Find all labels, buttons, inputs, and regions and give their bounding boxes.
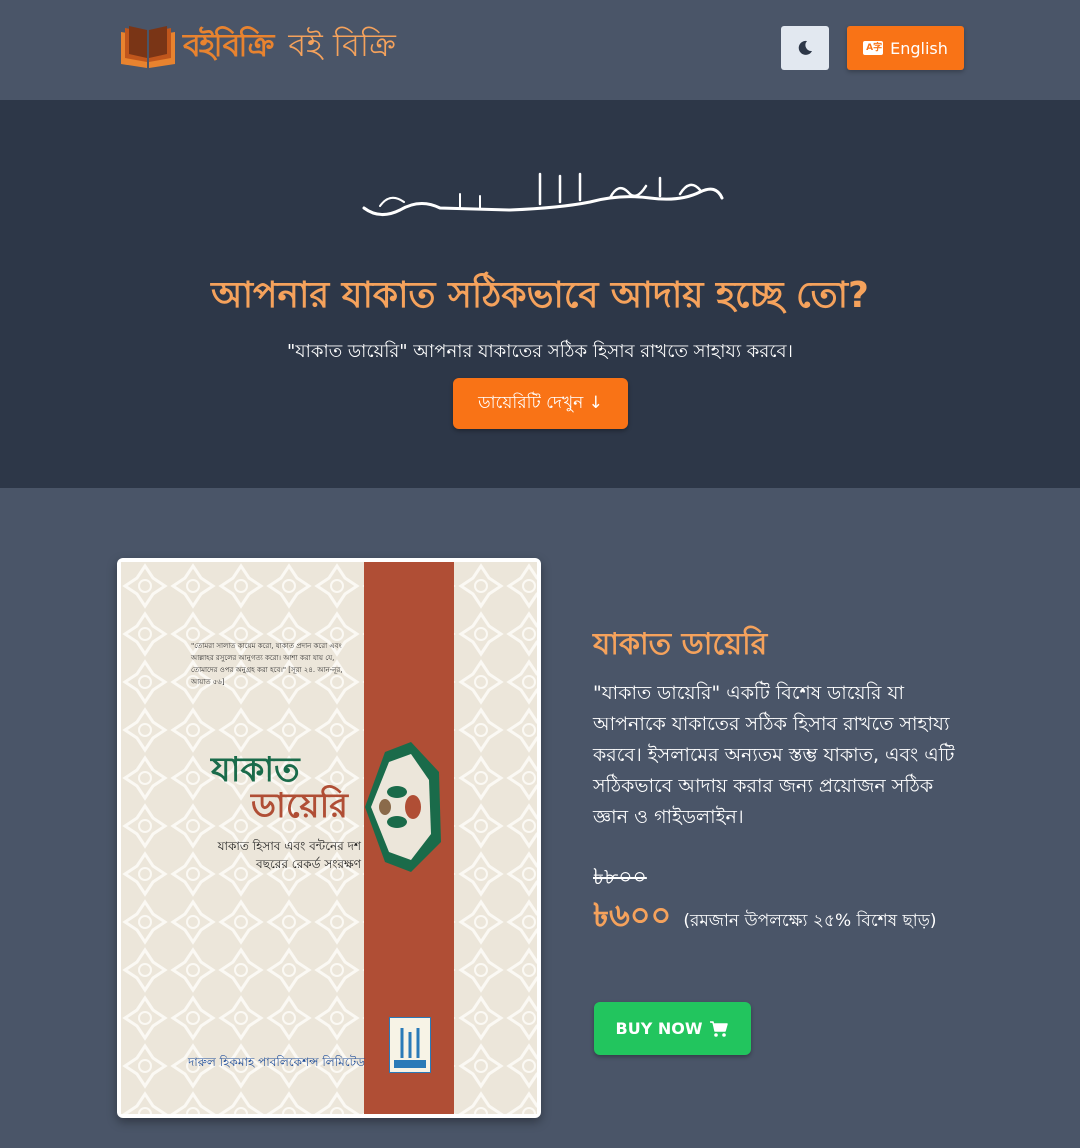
logo-script: বইবিক্রি	[183, 26, 274, 64]
cover-quote: "তোমরা সালাত কায়েম করো, যাকাত প্রদান কর…	[191, 642, 343, 686]
book-icon	[121, 26, 175, 68]
cover-art: "তোমরা সালাত কায়েম করো, যাকাত প্রদান কর…	[121, 562, 537, 1114]
hero-section: আপনার যাকাত সঠিকভাবে আদায় হচ্ছে তো? "যা…	[0, 100, 1080, 488]
product-description: "যাকাত ডায়েরি" একটি বিশেষ ডায়েরি যা আপ…	[593, 682, 955, 828]
translate-icon: A字	[863, 41, 884, 55]
cart-icon	[710, 1020, 729, 1037]
theme-toggle-button[interactable]	[781, 26, 829, 70]
view-diary-button[interactable]: ডায়েরিটি দেখুন ↓	[453, 378, 628, 429]
flower-ornament-icon	[365, 742, 441, 872]
language-button[interactable]: A字 English	[847, 26, 964, 70]
hero-title: আপনার যাকাত সঠিকভাবে আদায় হচ্ছে তো?	[211, 275, 869, 316]
publisher-logo-icon	[389, 1017, 431, 1073]
bismillah-calligraphy	[362, 172, 724, 216]
cover-publisher: দারুল হিকমাহ পাবলিকেশন্স লিমিটেড	[187, 1055, 365, 1069]
discount-note: (রমজান উপলক্ষ্যে ২৫% বিশেষ ছাড়)	[683, 911, 937, 931]
cover-title-line2: ডায়েরি	[251, 786, 349, 826]
buy-now-button[interactable]: BUY NOW	[594, 1002, 751, 1055]
moon-icon	[798, 40, 812, 55]
hero-subtitle: "যাকাত ডায়েরি" আপনার যাকাতের সঠিক হিসাব…	[287, 341, 793, 362]
old-price: ৳৮০০	[593, 865, 647, 890]
product-title: যাকাত ডায়েরি	[593, 627, 768, 662]
site-logo[interactable]: বইবিক্রি বই বিক্রি	[119, 20, 396, 74]
cover-subtitle: যাকাত হিসাব এবং বন্টনের দশ বছরের রেকর্ড …	[217, 839, 361, 871]
site-header: বইবিক্রি বই বিক্রি A字 English	[0, 0, 1080, 100]
price-block: ৳৬০০ (রমজান উপলক্ষ্যে ২৫% বিশেষ ছাড়)	[593, 893, 973, 943]
book-cover-image: "তোমরা সালাত কায়েম করো, যাকাত প্রদান কর…	[117, 558, 541, 1118]
buy-now-label: BUY NOW	[615, 1019, 703, 1038]
new-price: ৳৬০০	[593, 896, 672, 934]
logo-text: বই বিক্রি	[288, 26, 396, 64]
language-label: English	[890, 38, 948, 58]
